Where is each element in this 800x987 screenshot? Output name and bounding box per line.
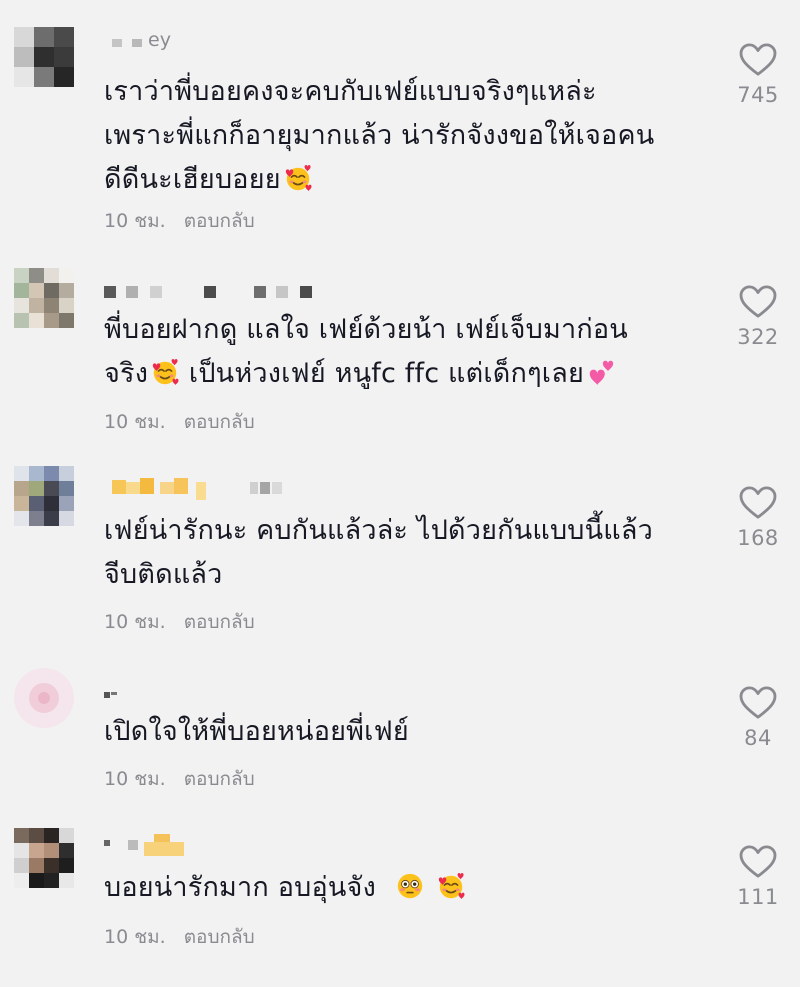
comment-text: เราว่าพี่บอยคงจะคบกับเฟย์แบบจริงๆแหล่ะ เ… — [104, 76, 655, 195]
comment-time: 10 ชม. — [104, 411, 166, 433]
avatar[interactable] — [14, 668, 74, 728]
smiling-face-with-hearts-emoji — [283, 163, 313, 193]
heart-outline-icon — [739, 686, 777, 720]
like-button[interactable]: 111 — [726, 845, 790, 909]
comment-meta: 10 ชม. ตอบกลับ — [104, 764, 255, 794]
heart-outline-icon — [739, 845, 777, 879]
heart-outline-icon — [739, 43, 777, 77]
smiling-face-with-hearts-emoji — [436, 871, 466, 901]
comment-time: 10 ชม. — [104, 926, 166, 948]
avatar[interactable] — [14, 828, 74, 888]
like-count: 745 — [737, 83, 779, 107]
comment-text: พี่บอยฝากดู แลใจ เฟย์ด้วยน้า เฟย์เจ็บมาก… — [104, 314, 628, 389]
like-count: 168 — [737, 526, 779, 550]
like-count: 111 — [737, 885, 779, 909]
heart-outline-icon — [739, 486, 777, 520]
comment-time: 10 ชม. — [104, 210, 166, 232]
avatar[interactable] — [14, 27, 74, 87]
two-hearts-emoji — [586, 357, 616, 387]
comment-time: 10 ชม. — [104, 611, 166, 633]
avatar[interactable] — [14, 268, 74, 328]
reply-button[interactable]: ตอบกลับ — [184, 926, 255, 948]
reply-button[interactable]: ตอบกลับ — [184, 611, 255, 633]
like-button[interactable]: 745 — [726, 43, 790, 107]
username-text: ey — [148, 29, 171, 51]
smiling-face-with-hearts-emoji — [150, 357, 180, 387]
comment-text: บอยน่ารักมาก อบอุ่นจัง — [104, 866, 724, 910]
comment-meta: 10 ชม. ตอบกลับ — [104, 206, 255, 236]
like-button[interactable]: 84 — [726, 686, 790, 750]
comment-time: 10 ชม. — [104, 768, 166, 790]
reply-button[interactable]: ตอบกลับ — [184, 768, 255, 790]
like-count: 84 — [744, 726, 772, 750]
reply-button[interactable]: ตอบกลับ — [184, 411, 255, 433]
flushed-face-emoji — [395, 871, 425, 901]
reply-button[interactable]: ตอบกลับ — [184, 210, 255, 232]
comment-meta: 10 ชม. ตอบกลับ — [104, 922, 255, 952]
heart-outline-icon — [739, 285, 777, 319]
comment-meta: 10 ชม. ตอบกลับ — [104, 607, 255, 637]
comment-meta: 10 ชม. ตอบกลับ — [104, 407, 255, 437]
avatar[interactable] — [14, 466, 74, 526]
comment-text: เฟย์น่ารักนะ คบกันแล้วล่ะ ไปด้วยกันแบบนี… — [104, 515, 654, 590]
like-button[interactable]: 168 — [726, 486, 790, 550]
like-button[interactable]: 322 — [726, 285, 790, 349]
comment-text: เปิดใจให้พี่บอยหน่อยพี่เฟย์ — [104, 716, 409, 747]
like-count: 322 — [737, 325, 779, 349]
